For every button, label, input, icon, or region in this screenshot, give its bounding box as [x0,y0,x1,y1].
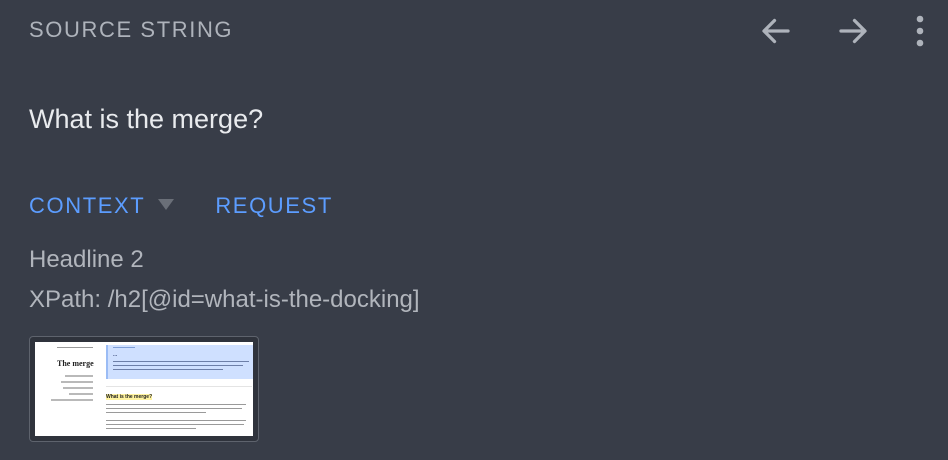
next-button[interactable] [832,10,874,52]
thumbnail-callout-line [113,365,243,366]
thumbnail-nav-line [61,381,93,383]
thumbnail-highlighted-heading: What is the merge? [106,394,153,400]
xpath-value: XPath: /h2[@id=what-is-the-docking] [29,286,420,313]
thumbnail-callout: ... [106,345,253,379]
thumbnail-nav-line [63,387,93,389]
thumbnail-page: The merge ... What is the merge? [35,342,253,436]
thumbnail-callout-title: ... [113,352,118,358]
arrow-left-icon [762,18,790,44]
context-dropdown[interactable] [157,197,175,216]
thumbnail-nav-line [65,375,93,377]
tab-context[interactable]: CONTEXT [29,193,145,219]
thumbnail-divider [106,386,252,387]
thumbnail-text-line [106,428,196,429]
thumbnail-text-line [106,420,246,421]
thumbnail-callout-label [113,347,135,348]
thumbnail-text-line [106,424,244,425]
tab-request[interactable]: REQUEST [215,193,333,219]
caret-down-icon [158,198,175,210]
thumbnail-text-line [106,412,206,413]
thumbnail-nav-line [51,399,93,401]
thumbnail-callout-line [113,361,249,362]
thumbnail-content: ... What is the merge? [106,345,253,436]
context-tabs: CONTEXT REQUEST [29,193,333,219]
section-label: SOURCE STRING [29,17,234,42]
more-vertical-icon [916,15,924,47]
screenshot-thumbnail[interactable]: The merge ... What is the merge? [29,336,259,442]
element-type: Headline 2 [29,246,144,273]
thumbnail-sidebar: The merge [35,342,101,436]
arrow-right-icon [839,18,867,44]
header-actions [755,10,930,52]
thumbnail-text-line [106,408,242,409]
previous-button[interactable] [755,10,797,52]
thumbnail-callout-line [113,369,223,370]
thumbnail-text-line [106,404,246,405]
source-string-text: What is the merge? [29,104,264,134]
thumbnail-nav-line [69,393,93,395]
thumbnail-topbar [57,347,93,348]
thumbnail-page-title: The merge [57,359,94,368]
more-options-button[interactable] [910,10,930,52]
